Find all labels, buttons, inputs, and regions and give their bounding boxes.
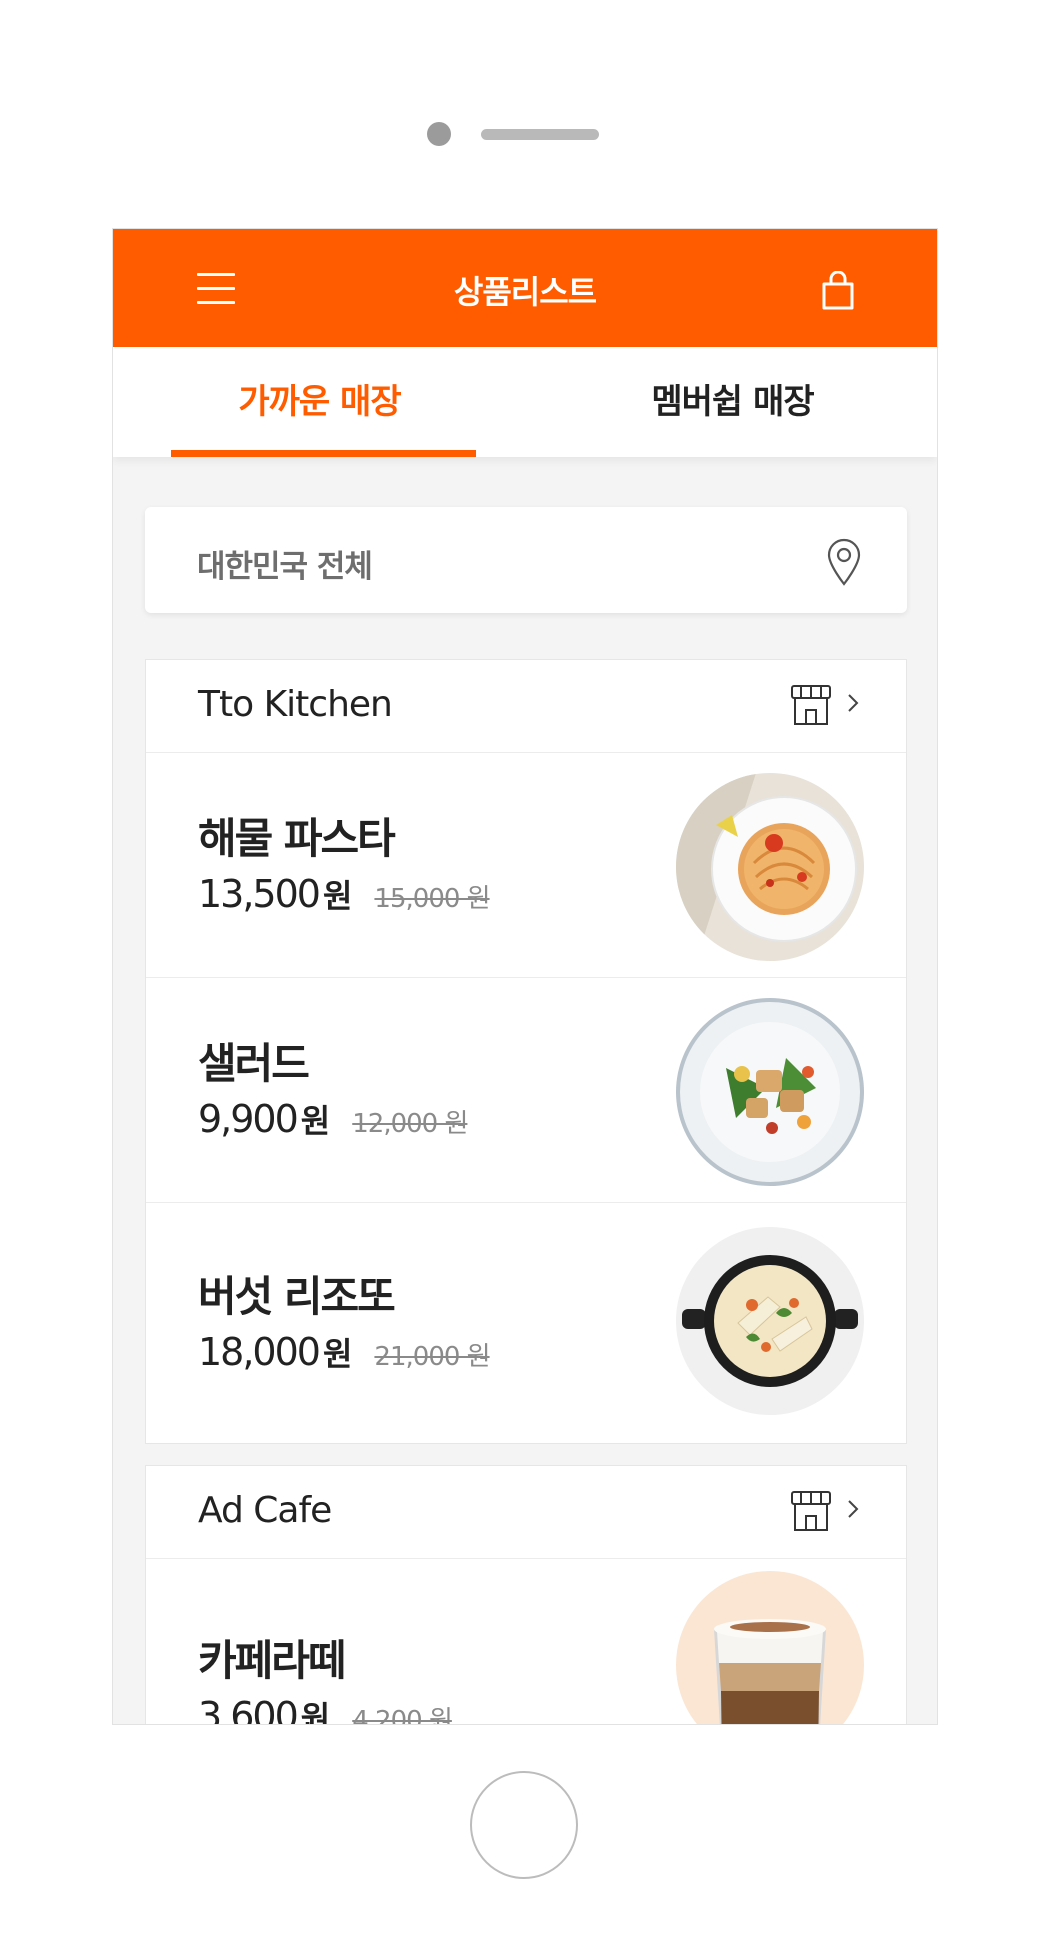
storefront-icon — [791, 1491, 831, 1531]
sale-price: 3,600 — [198, 1694, 299, 1725]
speaker-grille — [481, 129, 599, 140]
product-name: 해물 파스타 — [198, 814, 396, 863]
store-card: Ad Cafe 카페라떼 3,600 원 4,200 원 — [145, 1465, 907, 1725]
original-price: 12,000 원 — [352, 1109, 468, 1139]
chevron-right-icon — [848, 694, 859, 712]
sale-price: 18,000 — [198, 1330, 321, 1374]
shopping-bag-icon[interactable] — [821, 271, 855, 311]
product-item[interactable]: 카페라떼 3,600 원 4,200 원 — [146, 1559, 906, 1725]
chevron-right-icon — [848, 1500, 859, 1518]
currency-unit: 원 — [300, 1102, 331, 1140]
product-item[interactable]: 샐러드 9,900 원 12,000 원 — [146, 978, 906, 1203]
store-name: Ad Cafe — [198, 1490, 332, 1531]
page-title: 상품리스트 — [453, 273, 597, 311]
storefront-icon — [791, 685, 831, 725]
price-row: 13,500 원 15,000 원 — [198, 871, 491, 917]
app-header: 상품리스트 — [113, 229, 937, 347]
store-card: Tto Kitchen 해물 파스타 13,500 원 15,000 원 샐러드… — [145, 659, 907, 1444]
active-tab-indicator — [171, 450, 476, 457]
price-row: 3,600 원 4,200 원 — [198, 1693, 453, 1725]
product-item[interactable]: 버섯 리조또 18,000 원 21,000 원 — [146, 1203, 906, 1443]
camera-dot — [427, 122, 451, 146]
original-price: 4,200 원 — [352, 1706, 453, 1725]
location-selector[interactable]: 대한민국 전체 — [145, 507, 907, 613]
store-tabs: 가까운 매장 멤버쉽 매장 — [113, 347, 937, 457]
sale-price: 9,900 — [198, 1097, 299, 1141]
product-item[interactable]: 해물 파스타 13,500 원 15,000 원 — [146, 753, 906, 978]
original-price: 21,000 원 — [374, 1342, 490, 1372]
original-price: 15,000 원 — [374, 884, 490, 914]
seafood-pasta-image — [676, 773, 864, 961]
sale-price: 13,500 — [198, 872, 321, 916]
location-pin-icon — [827, 538, 861, 586]
currency-unit: 원 — [300, 1699, 331, 1725]
product-name: 샐러드 — [198, 1039, 310, 1088]
home-button[interactable] — [470, 1771, 578, 1879]
app-screen: 상품리스트 가까운 매장 멤버쉽 매장 대한민국 전체 Tto Kitchen — [112, 228, 938, 1725]
store-name: Tto Kitchen — [198, 684, 393, 725]
store-header[interactable]: Tto Kitchen — [146, 660, 906, 753]
store-header[interactable]: Ad Cafe — [146, 1466, 906, 1559]
tab-membership-stores[interactable]: 멤버쉽 매장 — [526, 347, 937, 457]
price-row: 9,900 원 12,000 원 — [198, 1096, 468, 1142]
price-row: 18,000 원 21,000 원 — [198, 1329, 491, 1375]
cafe-latte-image — [676, 1571, 864, 1724]
salad-image — [676, 998, 864, 1186]
location-label: 대한민국 전체 — [197, 549, 373, 585]
currency-unit: 원 — [322, 877, 353, 915]
currency-unit: 원 — [322, 1335, 353, 1373]
product-name: 카페라떼 — [198, 1636, 347, 1685]
product-name: 버섯 리조또 — [198, 1272, 396, 1321]
mushroom-risotto-image — [676, 1227, 864, 1415]
tab-nearby-stores[interactable]: 가까운 매장 — [113, 347, 526, 457]
